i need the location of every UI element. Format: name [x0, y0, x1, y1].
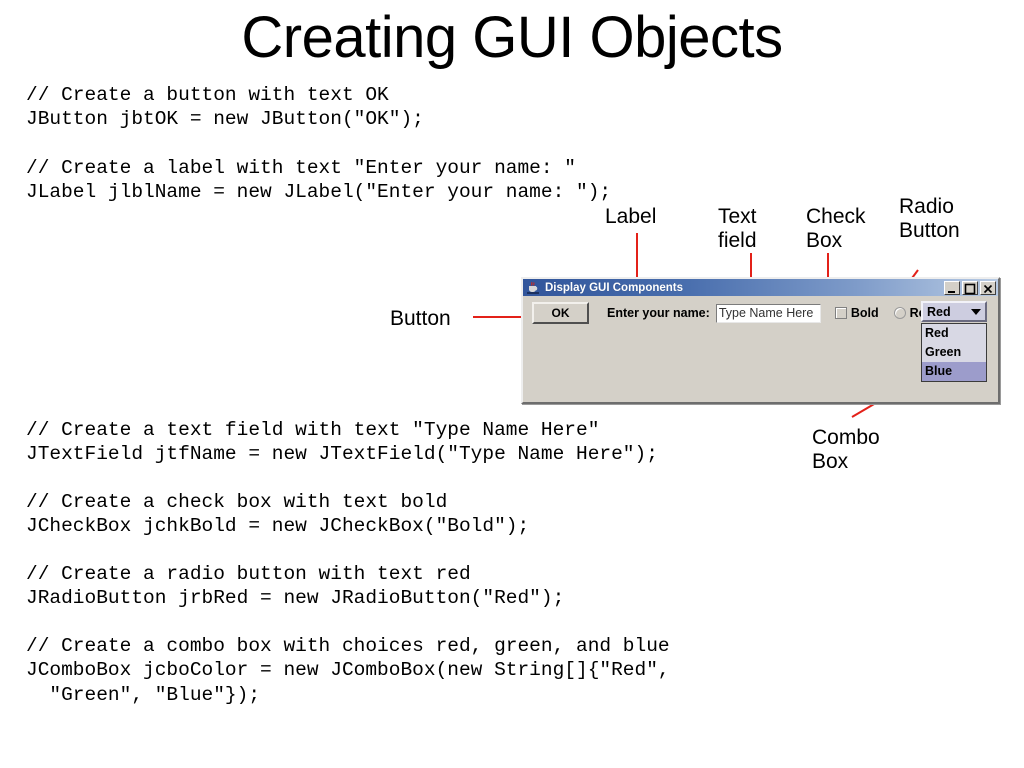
window-title-bar[interactable]: Display GUI Components [523, 279, 998, 296]
red-radio-button[interactable] [893, 307, 906, 319]
annotation-text-field: Text field [718, 205, 757, 252]
annotation-combo-box: Combo Box [812, 426, 880, 473]
code-snippet-jcombobox: // Create a combo box with choices red, … [26, 635, 670, 706]
bold-checkbox[interactable] [834, 307, 847, 319]
window-content-panel: OK Enter your name: Type Name Here Bold … [523, 296, 998, 402]
window-title: Display GUI Components [545, 281, 684, 294]
annotation-check-box: Check Box [806, 205, 866, 252]
combo-box-field[interactable]: Red [921, 301, 987, 322]
close-button[interactable] [980, 280, 996, 295]
chevron-down-icon [971, 308, 981, 315]
code-snippet-jlabel: // Create a label with text "Enter your … [26, 157, 612, 204]
annotation-radio-button: Radio Button [899, 195, 960, 242]
code-snippet-jbutton: // Create a button with text OK JButton … [26, 84, 424, 131]
page-title: Creating GUI Objects [241, 5, 783, 70]
combo-box-dropdown-list[interactable]: Red Green Blue [921, 323, 987, 382]
minimize-button[interactable] [944, 280, 960, 295]
color-combo-box: Red Red Green Blue [921, 301, 987, 382]
code-snippet-jtextfield: // Create a text field with text "Type N… [26, 419, 658, 466]
window-controls [942, 280, 996, 295]
gui-demo-window: Display GUI Components OK Enter your nam… [521, 277, 1000, 404]
name-text-input[interactable]: Type Name Here [715, 303, 821, 323]
annotation-button: Button [390, 307, 451, 330]
combo-option-red[interactable]: Red [922, 324, 986, 343]
code-snippet-jradiobutton: // Create a radio button with text red J… [26, 563, 565, 610]
combo-option-blue[interactable]: Blue [922, 362, 986, 381]
maximize-button[interactable] [962, 280, 978, 295]
combo-option-green[interactable]: Green [922, 343, 986, 362]
bold-checkbox-group[interactable]: Bold [834, 306, 879, 320]
bold-checkbox-label: Bold [850, 306, 879, 320]
combo-box-selected-value: Red [927, 304, 951, 319]
annotation-label: Label [605, 205, 657, 228]
ok-button[interactable]: OK [532, 302, 589, 324]
enter-your-name-label: Enter your name: [607, 306, 710, 320]
code-snippet-jcheckbox: // Create a check box with text bold JCh… [26, 491, 530, 538]
java-cup-icon [526, 281, 540, 295]
